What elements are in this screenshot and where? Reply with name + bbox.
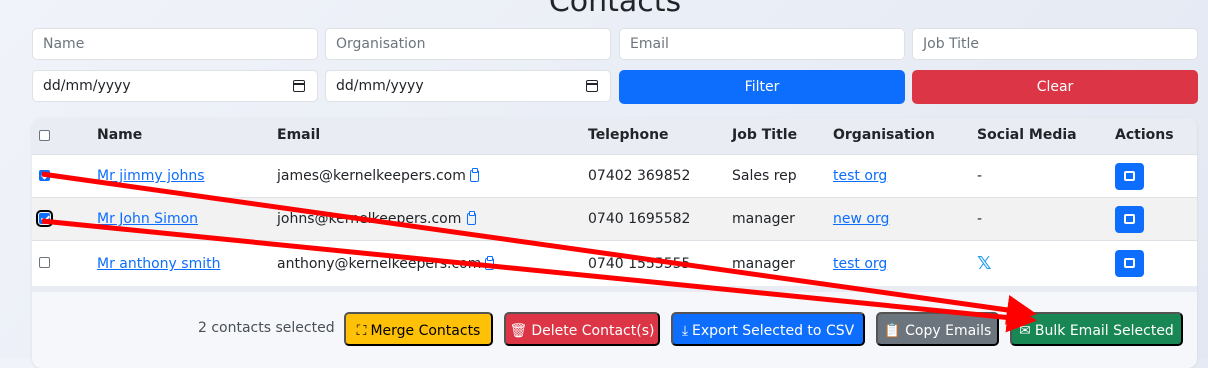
calendar-icon[interactable] (293, 80, 305, 92)
binoculars-icon (1124, 171, 1135, 181)
view-contact-button[interactable] (1115, 250, 1144, 277)
header-actions: Actions (1115, 127, 1174, 143)
date-from-input[interactable]: dd/mm/yyyy (32, 70, 318, 102)
header-job-title[interactable]: Job Title (732, 127, 797, 143)
page-title: Contacts (548, 0, 682, 19)
header-name[interactable]: Name (97, 127, 142, 143)
contact-job-title: manager (732, 211, 795, 227)
header-social-media: Social Media (977, 127, 1077, 143)
social-media-value: - (977, 211, 983, 227)
calendar-icon[interactable] (586, 80, 598, 92)
row-checkbox[interactable] (36, 210, 53, 227)
export-csv-button[interactable]: ⤓ Export Selected to CSV (671, 312, 865, 346)
table-row: Mr John Simon johns@kernelkeepers.com 07… (32, 197, 1197, 241)
organisation-filter-input[interactable]: Organisation (325, 28, 611, 60)
view-contact-button[interactable] (1115, 163, 1144, 190)
organisation-link[interactable]: test org (833, 168, 887, 184)
binoculars-icon (1124, 214, 1135, 224)
contact-name-link[interactable]: Mr John Simon (97, 211, 198, 227)
date-from-placeholder: dd/mm/yyyy (43, 78, 131, 94)
clipboard-icon[interactable] (470, 168, 479, 182)
contact-telephone: 0740 1695582 (588, 211, 691, 227)
table-row: Mr jimmy johns james@kernelkeepers.com 0… (32, 154, 1197, 198)
organisation-link[interactable]: test org (833, 256, 887, 272)
contact-telephone: 07402 369852 (588, 168, 691, 184)
view-contact-button[interactable] (1115, 206, 1144, 233)
clipboard-icon[interactable] (467, 211, 476, 225)
select-all-checkbox[interactable] (39, 130, 50, 141)
header-organisation[interactable]: Organisation (833, 127, 935, 143)
social-media-value: - (977, 168, 983, 184)
bulk-email-button[interactable]: ✉ Bulk Email Selected (1010, 312, 1183, 346)
merge-icon: ⛶ (356, 323, 367, 339)
contact-job-title: manager (732, 256, 795, 272)
trash-icon: 🗑 (509, 323, 528, 339)
contact-name-link[interactable]: Mr jimmy johns (97, 168, 205, 184)
header-telephone[interactable]: Telephone (588, 127, 669, 143)
email-filter-input[interactable]: Email (619, 28, 905, 60)
clear-button[interactable]: Clear (912, 70, 1198, 104)
header-email[interactable]: Email (277, 127, 320, 143)
bulk-email-label: Bulk Email Selected (1034, 323, 1174, 339)
envelope-icon: ✉ (1019, 323, 1031, 339)
delete-contacts-button[interactable]: 🗑 Delete Contact(s) (504, 312, 660, 346)
date-to-placeholder: dd/mm/yyyy (336, 78, 424, 94)
filter-button[interactable]: Filter (619, 70, 905, 104)
table-header: Name Email Telephone Job Title Organisat… (32, 118, 1197, 154)
merge-label: Merge Contacts (370, 323, 481, 339)
name-filter-input[interactable]: Name (32, 28, 318, 60)
merge-contacts-button[interactable]: ⛶ Merge Contacts (344, 312, 493, 346)
selected-count: 2 contacts selected (198, 320, 335, 336)
contact-telephone: 0740 1555555 (588, 256, 691, 272)
clipboard-icon: 📋 (883, 323, 902, 339)
delete-label: Delete Contact(s) (531, 323, 655, 339)
row-checkbox[interactable] (39, 257, 50, 268)
clipboard-icon[interactable] (485, 256, 494, 270)
contact-email: anthony@kernelkeepers.com (277, 256, 482, 272)
row-checkbox[interactable] (39, 170, 50, 181)
copy-emails-button[interactable]: 📋 Copy Emails (876, 312, 999, 346)
download-icon: ⤓ (681, 323, 689, 339)
contact-job-title: Sales rep (732, 168, 797, 184)
binoculars-icon (1124, 258, 1135, 268)
job-title-filter-input[interactable]: Job Title (912, 28, 1198, 60)
date-to-input[interactable]: dd/mm/yyyy (325, 70, 611, 102)
organisation-link[interactable]: new org (833, 211, 889, 227)
contact-email: johns@kernelkeepers.com (277, 211, 462, 227)
contact-name-link[interactable]: Mr anthony smith (97, 256, 220, 272)
x-twitter-icon[interactable]: 𝕏 (977, 253, 992, 274)
table-row: Mr anthony smith anthony@kernelkeepers.c… (32, 240, 1197, 287)
contact-email: james@kernelkeepers.com (277, 168, 466, 184)
copy-label: Copy Emails (905, 323, 992, 339)
export-label: Export Selected to CSV (692, 323, 855, 339)
